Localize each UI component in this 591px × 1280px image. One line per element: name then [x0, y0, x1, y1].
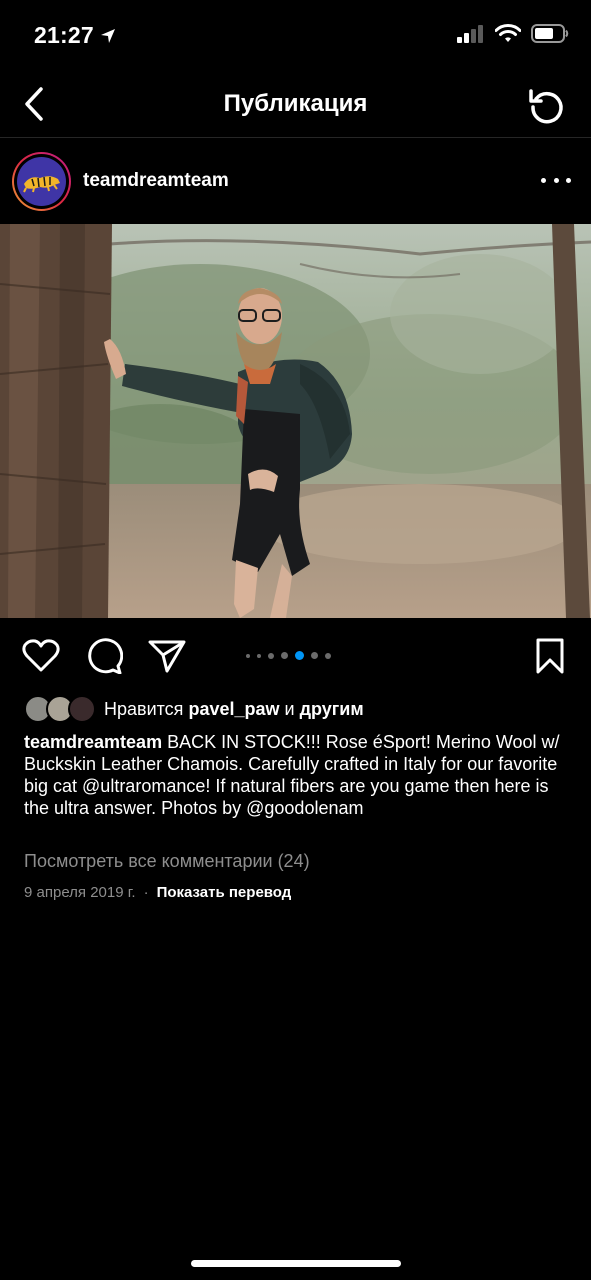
status-bar: 21:27	[0, 0, 591, 72]
more-icon	[541, 177, 546, 183]
post-photo-image	[0, 224, 591, 618]
likes-prefix: Нравится	[104, 698, 184, 719]
wifi-icon	[495, 24, 521, 42]
heart-icon	[22, 639, 60, 672]
home-indicator	[191, 1260, 401, 1267]
likes-and: и	[284, 698, 295, 719]
like-button[interactable]	[22, 638, 60, 674]
post-caption: teamdreamteam BACK IN STOCK!!! Rose éSpo…	[24, 731, 569, 819]
meta-separator: ·	[143, 884, 149, 901]
translate-link[interactable]: Показать перевод	[157, 884, 292, 901]
carousel-dot	[311, 652, 318, 659]
time-text: 21:27	[34, 22, 94, 48]
carousel-dot	[325, 652, 331, 659]
comment-button[interactable]	[85, 638, 123, 674]
post-date: 9 апреля 2019 г.	[24, 884, 136, 901]
avatar[interactable]	[12, 152, 71, 211]
post-photo[interactable]	[0, 224, 591, 618]
liker-avatars	[24, 695, 96, 723]
nav-header: Публикация	[0, 72, 591, 138]
likes-others[interactable]: другим	[300, 699, 364, 719]
post-header: teamdreamteam	[0, 140, 591, 224]
likes-row[interactable]: Нравится pavel_paw и другим	[24, 694, 364, 724]
carousel-dot	[257, 653, 261, 658]
carousel-dot-active	[295, 651, 304, 660]
status-indicators	[457, 24, 569, 43]
share-icon	[148, 640, 186, 673]
location-arrow-icon	[100, 28, 115, 43]
share-button[interactable]	[148, 638, 186, 674]
caption-username[interactable]: teamdreamteam	[24, 732, 162, 752]
page-title: Публикация	[223, 90, 368, 117]
signal-icon	[457, 24, 483, 43]
likes-user[interactable]: pavel_paw	[188, 699, 279, 719]
carousel-indicator	[246, 651, 331, 660]
bookmark-button[interactable]	[531, 638, 569, 674]
refresh-button[interactable]	[525, 84, 569, 128]
post-username[interactable]: teamdreamteam	[83, 170, 229, 192]
carousel-dot	[281, 652, 288, 659]
bookmark-icon	[536, 638, 564, 674]
status-time: 21:27	[34, 22, 116, 49]
carousel-dot	[246, 653, 250, 658]
view-comments-link[interactable]: Посмотреть все комментарии (24)	[24, 851, 310, 872]
battery-icon	[531, 24, 569, 43]
liker-avatar	[68, 695, 96, 723]
refresh-icon	[529, 89, 563, 124]
more-options-button[interactable]	[541, 168, 571, 192]
likes-text: Нравится pavel_paw и другим	[104, 699, 364, 720]
carousel-dot	[268, 652, 274, 659]
post-meta: 9 апреля 2019 г. · Показать перевод	[24, 884, 291, 901]
comment-icon	[88, 638, 123, 674]
tiger-logo-icon	[22, 175, 60, 192]
